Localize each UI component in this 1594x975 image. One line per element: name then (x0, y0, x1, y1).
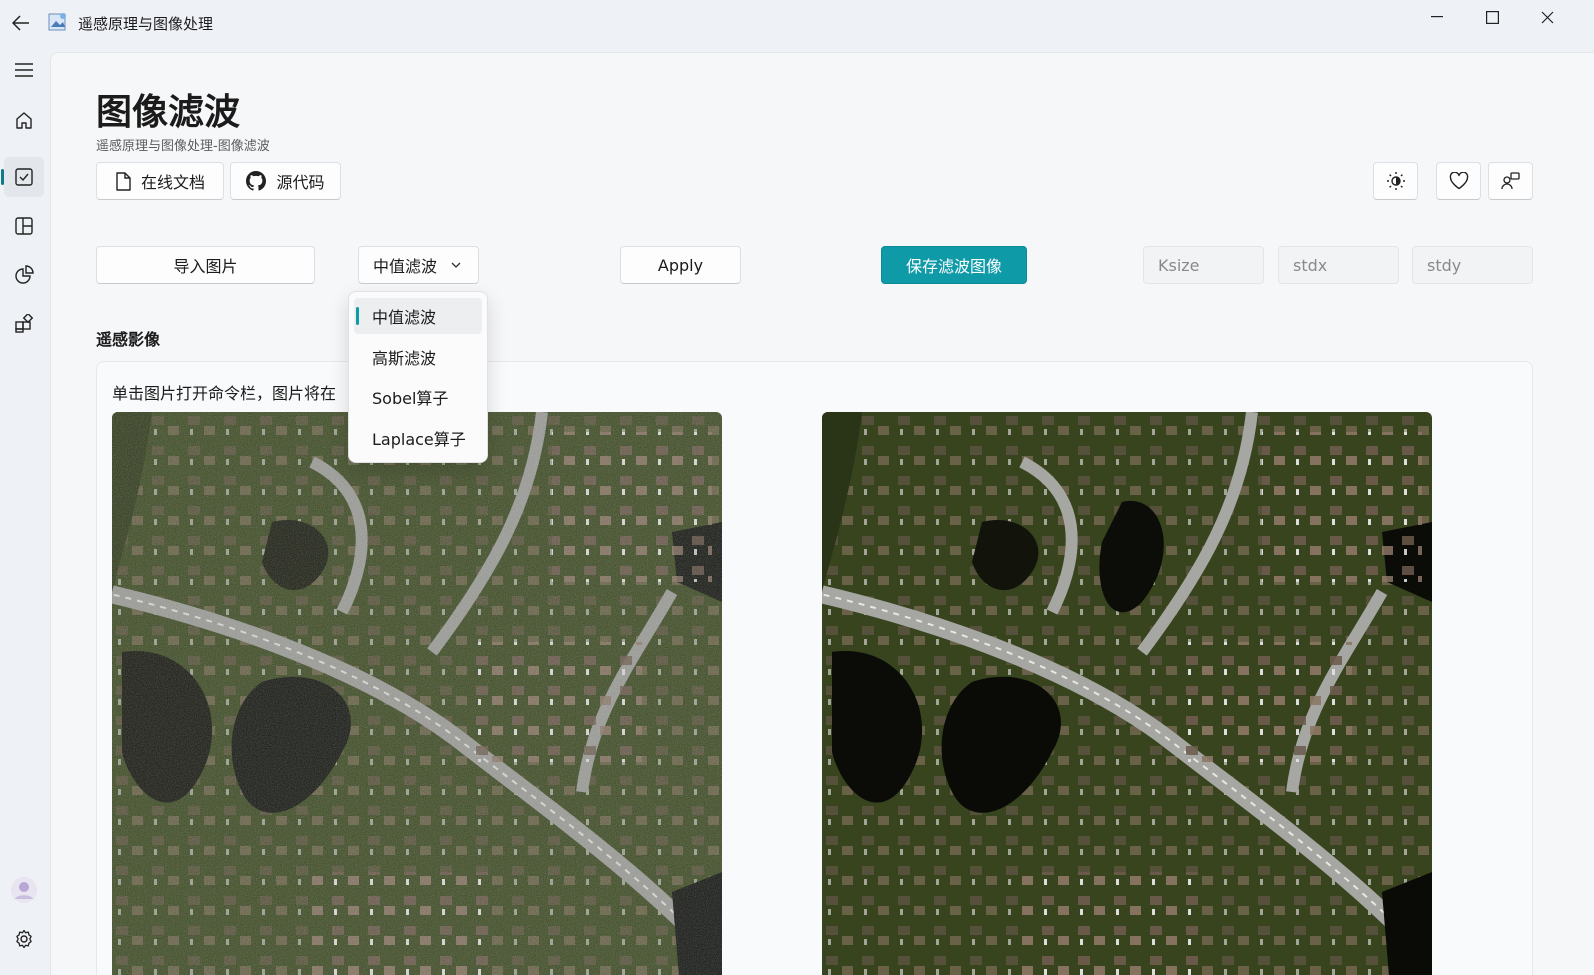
nav-home[interactable] (4, 100, 44, 140)
nav-settings[interactable] (4, 919, 44, 959)
checkbox-icon (15, 168, 33, 186)
nav-extensions[interactable] (4, 304, 44, 344)
dropdown-option-label: 高斯滤波 (372, 349, 437, 368)
main-content: 图像滤波 遥感原理与图像处理-图像滤波 在线文档 源代码 导入图片 中值滤波 A… (50, 52, 1594, 975)
apply-label: Apply (657, 255, 704, 275)
chevron-down-icon (451, 262, 461, 268)
maximize-button[interactable] (1464, 0, 1520, 34)
close-button[interactable] (1519, 0, 1575, 34)
apply-button[interactable]: Apply (620, 246, 741, 284)
stdy-input[interactable]: stdy (1412, 246, 1533, 284)
dropdown-option-sobel[interactable]: Sobel算子 (354, 379, 482, 415)
source-code-label: 源代码 (276, 173, 325, 192)
save-filtered-image-button[interactable]: 保存滤波图像 (881, 246, 1027, 284)
pie-chart-icon (15, 265, 34, 284)
nav-rail (0, 46, 48, 975)
import-image-label: 导入图片 (173, 257, 238, 276)
stdx-placeholder: stdx (1293, 255, 1328, 275)
original-image[interactable] (112, 412, 722, 975)
gear-icon (16, 929, 32, 949)
document-icon (116, 171, 131, 191)
import-image-button[interactable]: 导入图片 (96, 246, 315, 284)
filter-dropdown-menu: 中值滤波 高斯滤波 Sobel算子 Laplace算子 (348, 291, 488, 463)
title-bar: 遥感原理与图像处理 (0, 0, 1594, 46)
minimize-button[interactable] (1409, 0, 1465, 34)
home-icon (16, 112, 32, 129)
nav-menu-button[interactable] (4, 50, 44, 90)
favorite-button[interactable] (1436, 162, 1481, 200)
image-card: 单击图片打开命令栏，图片将在 (96, 361, 1533, 975)
app-icon (48, 12, 68, 32)
nav-tasks[interactable] (1, 157, 44, 197)
back-arrow-icon (12, 15, 29, 31)
dropdown-option-gaussian[interactable]: 高斯滤波 (354, 339, 482, 375)
filter-select-value: 中值滤波 (373, 257, 438, 276)
layout-icon (15, 217, 33, 235)
save-filtered-image-label: 保存滤波图像 (905, 257, 1002, 276)
filter-select[interactable]: 中值滤波 (358, 246, 479, 284)
stdx-input[interactable]: stdx (1278, 246, 1399, 284)
nav-avatar[interactable] (4, 870, 44, 910)
page-subtitle: 遥感原理与图像处理-图像滤波 (96, 139, 270, 154)
minimize-icon (1431, 16, 1443, 18)
back-button[interactable] (6, 8, 36, 38)
docs-button[interactable]: 在线文档 (96, 162, 224, 200)
source-code-button[interactable]: 源代码 (230, 162, 341, 200)
share-icon (1500, 172, 1520, 190)
card-hint: 单击图片打开命令栏，图片将在 (112, 384, 337, 403)
apps-icon (15, 314, 34, 333)
dropdown-option-label: Laplace算子 (372, 430, 466, 449)
stdy-placeholder: stdy (1427, 255, 1462, 275)
page-title: 图像滤波 (96, 92, 241, 133)
heart-icon (1449, 172, 1468, 190)
ksize-placeholder: Ksize (1158, 255, 1200, 275)
selected-marker (356, 307, 359, 325)
nav-layout[interactable] (4, 206, 44, 246)
filtered-image[interactable] (822, 412, 1432, 975)
close-icon (1541, 11, 1553, 23)
dropdown-option-label: 中值滤波 (372, 308, 437, 327)
docs-label: 在线文档 (140, 173, 205, 192)
active-indicator (1, 169, 4, 185)
section-label: 遥感影像 (96, 330, 161, 349)
dropdown-option-laplace[interactable]: Laplace算子 (354, 420, 482, 456)
maximize-icon (1485, 10, 1499, 24)
hamburger-icon (15, 63, 33, 77)
avatar-icon (11, 877, 37, 903)
theme-toggle-button[interactable] (1373, 162, 1418, 200)
theme-toggle-icon (1386, 172, 1405, 190)
nav-charts[interactable] (4, 255, 44, 295)
share-button[interactable] (1488, 162, 1533, 200)
dropdown-option-median[interactable]: 中值滤波 (354, 298, 482, 334)
dropdown-option-label: Sobel算子 (372, 389, 449, 408)
ksize-input[interactable]: Ksize (1143, 246, 1264, 284)
github-icon (246, 171, 267, 191)
app-title: 遥感原理与图像处理 (78, 15, 214, 33)
